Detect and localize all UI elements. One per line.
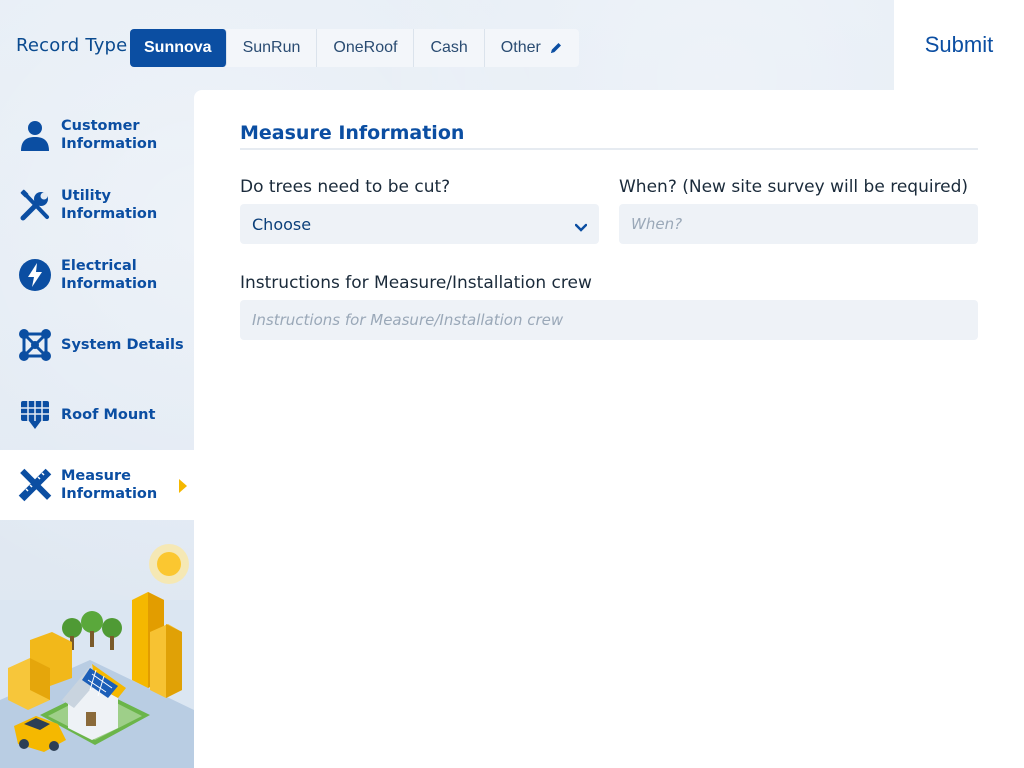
- trees-select-value: Choose: [252, 214, 312, 234]
- sidebar-item-electrical-information[interactable]: Electrical Information: [0, 240, 194, 310]
- person-icon: [17, 117, 53, 153]
- record-type-label: Record Type: [16, 35, 128, 56]
- lightning-icon: [17, 257, 53, 293]
- trees-label: Do trees need to be cut?: [240, 177, 451, 197]
- sidebar-item-label: Utility Information: [61, 188, 158, 222]
- chevron-down-icon: [574, 218, 588, 237]
- sidebar-item-system-details[interactable]: System Details: [0, 310, 194, 380]
- city-illustration: [0, 540, 194, 768]
- when-label: When? (New site survey will be required): [619, 177, 969, 197]
- instructions-input[interactable]: [252, 300, 978, 340]
- segment-other[interactable]: Other: [485, 29, 579, 67]
- sidebar-item-customer-information[interactable]: Customer Information: [0, 100, 194, 170]
- segment-label: SunRun: [242, 39, 301, 56]
- submit-area: Submit: [894, 0, 1024, 90]
- section-title: Measure Information: [240, 122, 465, 144]
- solar-panel-icon: [17, 397, 53, 433]
- record-type-segmented-control: Sunnova SunRun OneRoof Cash Other: [130, 29, 579, 67]
- instructions-label: Instructions for Measure/Installation cr…: [240, 273, 592, 293]
- segment-label: Sunnova: [144, 39, 212, 56]
- segment-cash[interactable]: Cash: [414, 29, 485, 67]
- sidebar: Customer Information Utility Information…: [0, 92, 194, 522]
- when-input[interactable]: [631, 204, 978, 244]
- when-field-container: [619, 204, 978, 244]
- segment-oneroof[interactable]: OneRoof: [317, 29, 415, 67]
- segment-sunrun[interactable]: SunRun: [227, 29, 318, 67]
- sidebar-item-label: Electrical Information: [61, 258, 158, 292]
- sidebar-item-measure-information[interactable]: Measure Information: [0, 450, 194, 520]
- segment-label: Cash: [430, 39, 468, 56]
- section-divider: [240, 148, 978, 150]
- submit-button[interactable]: Submit: [925, 32, 993, 58]
- segment-label: OneRoof: [333, 39, 398, 56]
- segment-sunnova[interactable]: Sunnova: [130, 29, 227, 67]
- ruler-pencil-icon: [17, 467, 53, 503]
- sidebar-item-utility-information[interactable]: Utility Information: [0, 170, 194, 240]
- instructions-field-container: [240, 300, 978, 340]
- sidebar-item-label: Customer Information: [61, 118, 158, 152]
- header: Record Type Sunnova SunRun OneRoof Cash …: [0, 0, 894, 90]
- trees-select[interactable]: Choose: [240, 204, 599, 244]
- sidebar-item-roof-mount[interactable]: Roof Mount: [0, 380, 194, 450]
- tools-icon: [17, 187, 53, 223]
- network-icon: [17, 327, 53, 363]
- active-arrow-icon: [179, 478, 187, 497]
- segment-label: Other: [500, 39, 541, 56]
- sidebar-item-label: System Details: [61, 337, 184, 353]
- pencil-icon: [549, 41, 563, 55]
- main-panel: Measure Information Do trees need to be …: [194, 90, 1024, 768]
- sidebar-item-label: Measure Information: [61, 468, 158, 502]
- sidebar-item-label: Roof Mount: [61, 407, 156, 423]
